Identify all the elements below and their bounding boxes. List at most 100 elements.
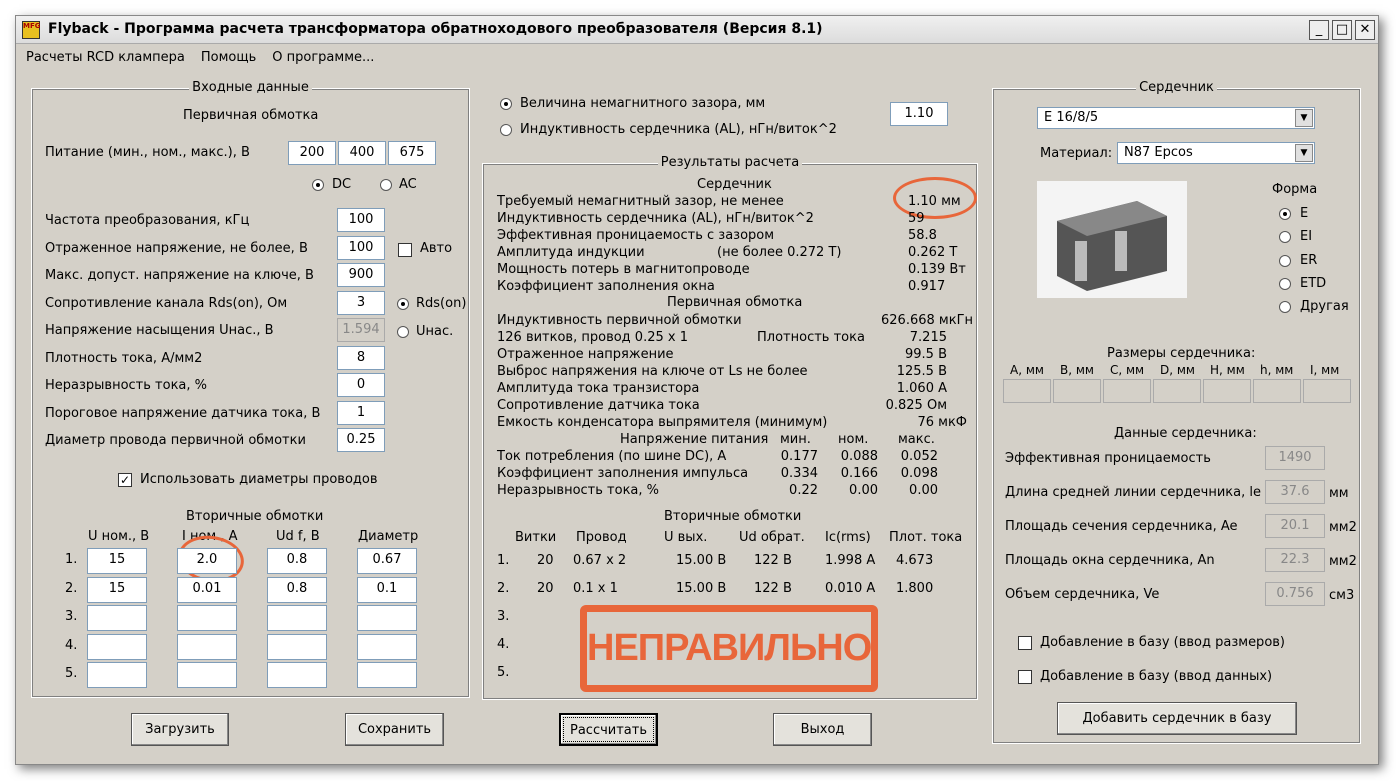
result-label: 126 витков, провод 0.25 x 1 [497, 330, 688, 345]
supply-label: Питание (мин., ном., макс.), В [45, 145, 250, 160]
menu-about[interactable]: О программе... [272, 50, 374, 65]
core-type-select[interactable]: E 16/8/5 ▼ [1037, 107, 1315, 129]
app-icon: MFG [22, 21, 41, 39]
sec-row-field[interactable]: 0.67 [357, 548, 417, 574]
material-select[interactable]: N87 Epcos ▼ [1117, 142, 1315, 164]
sec-row-field[interactable]: 2.0 [177, 548, 237, 574]
result-value: 0.00 [849, 483, 878, 498]
menu-help[interactable]: Помощь [201, 50, 256, 65]
shape-label: EI [1300, 229, 1313, 245]
supply-max-input[interactable]: 675 [388, 141, 436, 165]
dim-label: h, мм [1260, 363, 1294, 377]
sec-row-field[interactable] [267, 662, 327, 688]
input-row-field[interactable]: 0 [337, 373, 385, 397]
dim-input[interactable] [1103, 379, 1151, 403]
input-row-field[interactable]: 100 [337, 208, 385, 232]
sec-row-field[interactable] [357, 662, 417, 688]
dc-radio[interactable] [312, 179, 324, 191]
input-row-label: Макс. допуст. напряжение на ключе, В [45, 268, 314, 283]
dim-input[interactable] [1303, 379, 1351, 403]
sec-row-field[interactable] [357, 605, 417, 631]
result-label: Коэффициент заполнения окна [497, 279, 715, 294]
usat-radio[interactable] [397, 326, 409, 338]
sec-row-field[interactable]: 15 [87, 548, 147, 574]
dim-input[interactable] [1253, 379, 1301, 403]
close-button[interactable]: ✕ [1355, 20, 1375, 40]
add-dims-checkbox[interactable] [1018, 636, 1032, 650]
result-label: Индуктивность первичной обмотки [497, 313, 742, 328]
material-label: Материал: [1040, 146, 1113, 161]
dim-label: C, мм [1110, 363, 1145, 377]
dim-input[interactable] [1053, 379, 1101, 403]
input-row-field[interactable]: 8 [337, 345, 385, 370]
result-note: (не более 0.272 Т) [717, 245, 842, 260]
supply-nom-input[interactable]: 400 [338, 141, 386, 165]
sec-row-field[interactable] [267, 605, 327, 631]
load-button[interactable]: Загрузить [131, 713, 229, 746]
al-radio[interactable] [500, 124, 512, 136]
dim-input[interactable] [1153, 379, 1201, 403]
input-row-field[interactable]: 3 [337, 290, 385, 315]
add-data-checkbox[interactable] [1018, 670, 1032, 684]
usat-label: Uнас. [416, 324, 454, 339]
dim-input[interactable] [1003, 379, 1051, 403]
results-secondary-heading: Вторичные обмотки [664, 509, 802, 524]
sec-row-field[interactable] [357, 633, 417, 660]
shape-radio[interactable] [1279, 208, 1291, 220]
use-diam-checkbox[interactable]: ✓ [118, 473, 132, 487]
menu-rcd[interactable]: Расчеты RCD клампера [26, 50, 185, 65]
gap-input[interactable]: 1.10 [890, 102, 948, 126]
result-value: 59 [908, 211, 925, 226]
sec-row-field[interactable] [87, 605, 147, 631]
exit-button[interactable]: Выход [773, 713, 872, 746]
shape-label: E [1300, 206, 1309, 221]
maximize-button[interactable]: □ [1332, 20, 1352, 40]
result-note: Плотность тока [757, 330, 865, 345]
input-row-field[interactable]: 0.25 [337, 428, 385, 452]
results-title: Результаты расчета [657, 155, 803, 170]
use-diam-label: Использовать диаметры проводов [140, 472, 378, 487]
shape-label: Форма [1272, 182, 1318, 197]
chevron-down-icon[interactable]: ▼ [1295, 144, 1313, 162]
menu-bar: Расчеты RCD клампера Помощь О программе.… [26, 50, 374, 65]
sec-row-field[interactable]: 0.8 [267, 548, 327, 574]
sec-row-field[interactable]: 0.1 [357, 576, 417, 603]
chevron-down-icon[interactable]: ▼ [1295, 109, 1313, 127]
input-row-field[interactable]: 100 [337, 235, 385, 260]
minimize-button[interactable]: _ [1309, 20, 1329, 40]
sec-row-field[interactable] [177, 605, 237, 631]
input-row-label: Неразрывность тока, % [45, 378, 208, 393]
core-data-field: 1490 [1265, 446, 1325, 470]
calculate-button[interactable]: Рассчитать [559, 713, 658, 746]
result-label: Неразрывность тока, % [497, 483, 660, 498]
supply-min-input[interactable]: 200 [288, 141, 336, 165]
dim-label: B, мм [1060, 363, 1094, 377]
gap-radio[interactable] [500, 98, 512, 110]
input-row-field[interactable]: 1 [337, 400, 385, 425]
rds-radio[interactable] [397, 298, 409, 310]
result-value: 0.166 [840, 466, 878, 481]
auto-checkbox[interactable] [398, 243, 412, 257]
sec-header: Диаметр [358, 529, 419, 544]
sec-row-field[interactable] [87, 633, 147, 660]
sec-row-field[interactable] [177, 662, 237, 688]
add-core-button[interactable]: Добавить сердечник в базу [1057, 702, 1297, 735]
ac-label: AC [399, 177, 417, 192]
sec-row-field[interactable] [177, 633, 237, 660]
sec-row-field[interactable] [267, 633, 327, 660]
shape-radio[interactable] [1279, 254, 1291, 267]
input-row-field[interactable]: 1.594 [337, 318, 385, 342]
result-value: 0.825 Ом [885, 398, 947, 413]
dim-input[interactable] [1203, 379, 1251, 403]
sec-row-field[interactable] [87, 662, 147, 688]
sec-result-cell: 122 В [754, 581, 792, 596]
sec-row-field[interactable]: 0.01 [177, 576, 237, 603]
ac-radio[interactable] [380, 179, 392, 191]
input-row-field[interactable]: 900 [337, 263, 385, 287]
shape-radio[interactable] [1279, 277, 1291, 290]
sec-row-field[interactable]: 0.8 [267, 576, 327, 603]
save-button[interactable]: Сохранить [345, 713, 444, 746]
input-row-label: Сопротивление канала Rds(on), Ом [45, 295, 288, 311]
sec-row-field[interactable]: 15 [87, 576, 147, 603]
add-dims-label: Добавление в базу (ввод размеров) [1040, 635, 1286, 650]
